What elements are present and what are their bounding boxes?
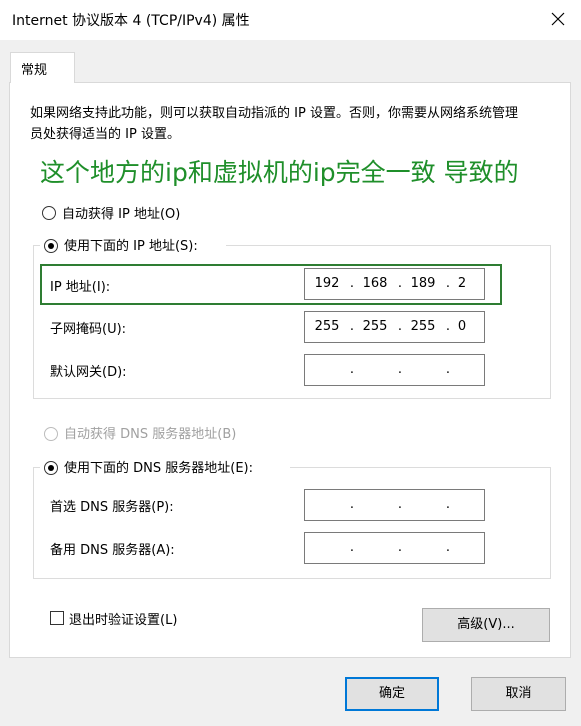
subnet-mask-label: 子网掩码(U): — [50, 322, 127, 337]
subnet-mask-octet-1[interactable]: 255 — [307, 319, 347, 334]
description-text: 如果网络支持此功能，则可以获取自动指派的 IP 设置。否则，你需要从网络系统管理… — [30, 106, 518, 142]
validate-on-exit-checkbox[interactable] — [50, 611, 64, 625]
preferred-dns-field[interactable]: . . . — [304, 489, 485, 521]
default-gateway-field[interactable]: . . . — [304, 354, 485, 386]
window-title: Internet 协议版本 4 (TCP/IPv4) 属性 — [12, 13, 250, 29]
close-button[interactable] — [540, 4, 576, 34]
preferred-dns-dot: . — [349, 497, 355, 512]
dns-manual-label[interactable]: 使用下面的 DNS 服务器地址(E): — [64, 457, 253, 476]
close-icon — [551, 12, 565, 26]
default-gateway-dot: . — [397, 362, 403, 377]
advanced-button[interactable]: 高级(V)... — [422, 608, 550, 642]
alternate-dns-dot: . — [397, 540, 403, 555]
title-bar: Internet 协议版本 4 (TCP/IPv4) 属性 — [0, 0, 581, 40]
preferred-dns-dot: . — [397, 497, 403, 512]
ip-manual-radio[interactable] — [44, 239, 58, 253]
annotation-highlight-box — [40, 264, 502, 305]
preferred-dns-dot: . — [445, 497, 451, 512]
alternate-dns-label: 备用 DNS 服务器(A): — [50, 543, 175, 558]
validate-on-exit-label[interactable]: 退出时验证设置(L) — [69, 609, 177, 628]
ip-manual-label[interactable]: 使用下面的 IP 地址(S): — [64, 235, 198, 254]
subnet-mask-octet-2[interactable]: 255 — [355, 319, 395, 334]
default-gateway-dot: . — [445, 362, 451, 377]
subnet-mask-octet-3[interactable]: 255 — [403, 319, 443, 334]
ip-auto-label[interactable]: 自动获得 IP 地址(O) — [62, 203, 180, 222]
subnet-mask-octet-4[interactable]: 0 — [442, 319, 482, 334]
annotation-text: 这个地方的ip和虚拟机的ip完全一致 导致的 — [40, 158, 519, 187]
alternate-dns-dot: . — [349, 540, 355, 555]
default-gateway-label: 默认网关(D): — [50, 365, 127, 380]
alternate-dns-dot: . — [445, 540, 451, 555]
alternate-dns-field[interactable]: . . . — [304, 532, 485, 564]
default-gateway-dot: . — [349, 362, 355, 377]
ip-auto-radio[interactable] — [42, 206, 56, 220]
preferred-dns-label: 首选 DNS 服务器(P): — [50, 500, 174, 515]
dns-auto-label[interactable]: 自动获得 DNS 服务器地址(B) — [64, 423, 236, 442]
cancel-button[interactable]: 取消 — [471, 677, 566, 711]
ok-button[interactable]: 确定 — [345, 677, 439, 711]
dns-auto-radio[interactable] — [44, 427, 58, 441]
tab-general[interactable]: 常规 — [10, 52, 75, 83]
tab-general-label: 常规 — [21, 63, 48, 78]
dns-manual-radio[interactable] — [44, 461, 58, 475]
subnet-mask-field[interactable]: 255 . 255 . 255 . 0 — [304, 311, 485, 343]
